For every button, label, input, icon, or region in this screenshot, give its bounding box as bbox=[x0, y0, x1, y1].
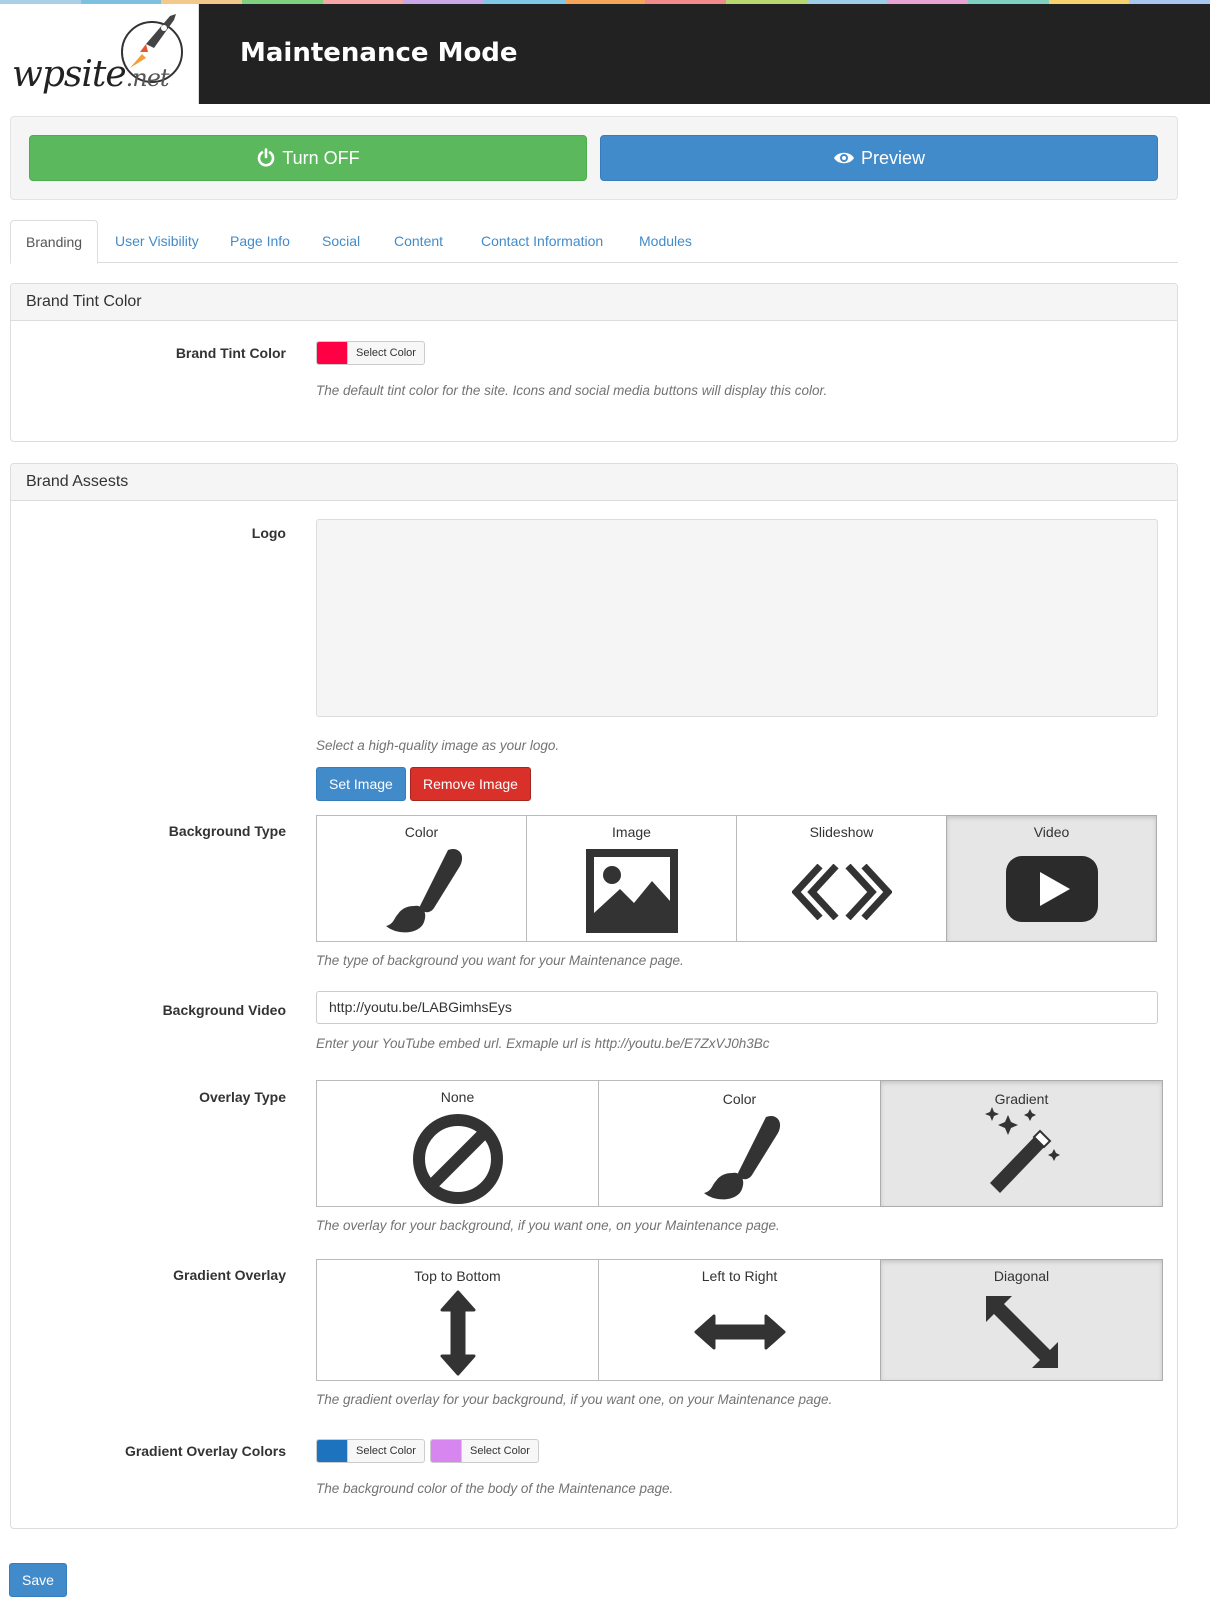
brand-tint-panel: Brand Tint Color bbox=[10, 283, 1178, 442]
background-type-label: Background Type bbox=[168, 823, 286, 839]
background-type-options: Color Image Slideshow Video bbox=[316, 815, 1157, 942]
tab-content[interactable]: Content bbox=[379, 220, 458, 263]
gradient-overlay-help: The gradient overlay for your background… bbox=[316, 1392, 833, 1407]
bg-type-color[interactable]: Color bbox=[316, 815, 527, 942]
image-icon bbox=[585, 849, 678, 933]
option-label: Image bbox=[612, 824, 651, 840]
remove-image-button[interactable]: Remove Image bbox=[410, 767, 531, 801]
bg-type-slideshow[interactable]: Slideshow bbox=[736, 815, 947, 942]
option-label: Diagonal bbox=[993, 1268, 1050, 1284]
overlay-gradient[interactable]: Gradient bbox=[880, 1080, 1163, 1207]
option-label: Slideshow bbox=[809, 824, 874, 840]
gradient-left-to-right[interactable]: Left to Right bbox=[598, 1259, 881, 1381]
preview-label: Preview bbox=[860, 147, 926, 168]
select-color-label: Select Color bbox=[347, 342, 424, 364]
brand-logo[interactable]: wpsite.net bbox=[0, 4, 199, 104]
tab-modules[interactable]: Modules bbox=[624, 220, 707, 263]
option-label: Video bbox=[1033, 824, 1070, 840]
gradient-colors-label: Gradient Overlay Colors bbox=[124, 1443, 286, 1459]
select-color-label: Select Color bbox=[461, 1440, 538, 1462]
horizontal-arrows-icon bbox=[694, 1314, 785, 1350]
overlay-color[interactable]: Color bbox=[598, 1080, 881, 1207]
tab-page-info[interactable]: Page Info bbox=[215, 220, 305, 263]
gradient-diagonal[interactable]: Diagonal bbox=[880, 1259, 1163, 1381]
logo-help: Select a high-quality image as your logo… bbox=[316, 738, 560, 753]
set-image-button[interactable]: Set Image bbox=[316, 767, 406, 801]
background-video-help: Enter your YouTube embed url. Exmaple ur… bbox=[316, 1036, 770, 1051]
overlay-type-options: None Color Gradient bbox=[316, 1080, 1163, 1207]
eye-icon bbox=[833, 152, 854, 164]
tab-branding[interactable]: Branding bbox=[10, 220, 99, 264]
preview-button[interactable]: Preview bbox=[600, 135, 1158, 181]
overlay-none[interactable]: None bbox=[316, 1080, 599, 1207]
background-video-label: Background Video bbox=[162, 1002, 286, 1018]
option-label: None bbox=[440, 1089, 475, 1105]
background-video-input[interactable]: http://youtu.be/LABGimhsEys bbox=[316, 991, 1158, 1024]
color-swatch bbox=[317, 342, 347, 364]
gradient-top-to-bottom[interactable]: Top to Bottom bbox=[316, 1259, 599, 1381]
diagonal-arrows-icon bbox=[985, 1296, 1058, 1368]
turn-off-label: Turn OFF bbox=[282, 147, 360, 168]
settings-tabs: Branding User Visibility Page Info Socia… bbox=[10, 220, 1178, 264]
background-type-help: The type of background you want for your… bbox=[316, 953, 684, 968]
option-label: Color bbox=[404, 824, 439, 840]
brand-tint-help: The default tint color for the site. Ico… bbox=[316, 383, 828, 398]
panel-heading: Brand Tint Color bbox=[11, 284, 1177, 321]
gradient-overlay-options: Top to Bottom Left to Right Diagonal bbox=[316, 1259, 1163, 1381]
option-label: Gradient bbox=[994, 1091, 1049, 1107]
brand-tint-color-picker[interactable]: Select Color bbox=[316, 341, 425, 365]
select-color-label: Select Color bbox=[347, 1440, 424, 1462]
slideshow-chevrons-icon bbox=[791, 864, 892, 920]
paintbrush-icon bbox=[703, 1115, 780, 1200]
logo-preview-area bbox=[316, 519, 1158, 717]
logo-label: Logo bbox=[251, 525, 286, 541]
panel-heading: Brand Assests bbox=[11, 464, 1177, 501]
overlay-type-help: The overlay for your background, if you … bbox=[316, 1218, 780, 1233]
option-label: Left to Right bbox=[701, 1268, 778, 1284]
tab-contact-information[interactable]: Contact Information bbox=[466, 220, 618, 263]
turn-off-button[interactable]: Turn OFF bbox=[29, 135, 587, 181]
save-button[interactable]: Save bbox=[9, 1563, 67, 1597]
magic-wand-icon bbox=[984, 1107, 1060, 1193]
overlay-type-label: Overlay Type bbox=[199, 1089, 286, 1105]
color-swatch bbox=[317, 1440, 347, 1462]
tab-user-visibility[interactable]: User Visibility bbox=[100, 220, 214, 263]
bg-type-image[interactable]: Image bbox=[526, 815, 737, 942]
page-title: Maintenance Mode bbox=[240, 38, 518, 68]
option-label: Color bbox=[722, 1091, 757, 1107]
youtube-play-icon bbox=[1005, 856, 1098, 922]
brand-tint-label: Brand Tint Color bbox=[175, 345, 286, 361]
bg-type-video[interactable]: Video bbox=[946, 815, 1157, 942]
ban-icon bbox=[412, 1114, 503, 1204]
top-bar: wpsite.net Maintenance Mode bbox=[0, 4, 1210, 104]
color-swatch bbox=[431, 1440, 461, 1462]
option-label: Top to Bottom bbox=[414, 1268, 501, 1284]
gradient-color-1-picker[interactable]: Select Color bbox=[316, 1439, 425, 1463]
gradient-color-2-picker[interactable]: Select Color bbox=[430, 1439, 539, 1463]
action-well: Turn OFF Preview bbox=[10, 116, 1178, 200]
power-icon bbox=[258, 148, 275, 167]
gradient-colors-help: The background color of the body of the … bbox=[316, 1481, 674, 1496]
gradient-overlay-label: Gradient Overlay bbox=[173, 1267, 286, 1283]
vertical-arrows-icon bbox=[440, 1290, 475, 1376]
tab-social[interactable]: Social bbox=[307, 220, 375, 263]
paintbrush-icon bbox=[385, 848, 462, 933]
logo-wordmark: wpsite.net bbox=[12, 54, 170, 95]
